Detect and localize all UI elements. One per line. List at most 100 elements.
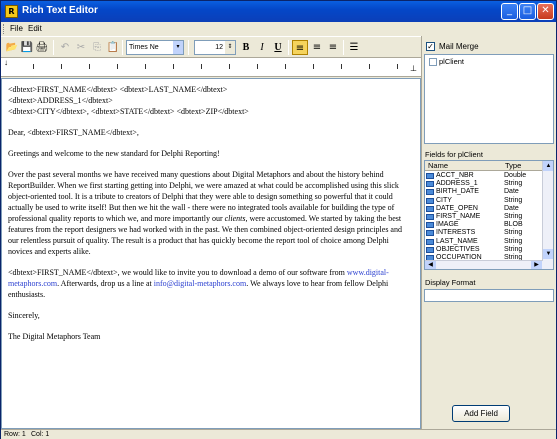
cut-icon[interactable]: ✂ — [74, 40, 88, 55]
open-icon[interactable]: 📂 — [5, 40, 19, 55]
align-left-button[interactable]: ≡ — [292, 40, 308, 55]
address-line-3: <dbtext>CITY</dbtext>, <dbtext>STATE</db… — [8, 107, 249, 116]
close-button[interactable]: ✕ — [537, 3, 554, 20]
underline-button[interactable]: U — [271, 40, 285, 55]
display-format-input[interactable] — [424, 289, 554, 302]
mail-merge-checkbox[interactable]: ✓ — [426, 42, 435, 51]
field-name: CITY — [436, 196, 452, 204]
ruler-tick — [313, 64, 314, 69]
field-row[interactable]: FIRST_NAME String — [425, 213, 543, 221]
field-type: String — [504, 213, 523, 220]
field-row[interactable]: ADDRESS_1 String — [425, 180, 543, 188]
font-size-value: 12 — [215, 44, 223, 51]
field-row[interactable]: ACCT_NBR Double — [425, 172, 543, 180]
ruler-tick — [201, 64, 202, 69]
paste-icon[interactable]: 📋 — [106, 40, 120, 55]
print-icon[interactable]: 🖨 — [35, 40, 49, 55]
italic-button[interactable]: I — [255, 40, 269, 55]
field-type: String — [504, 245, 523, 253]
app-icon: R — [5, 5, 18, 18]
ruler-tick — [257, 64, 258, 69]
field-type: String — [504, 237, 523, 245]
field-name: IMAGE — [436, 221, 459, 229]
rich-text-area[interactable]: <dbtext>FIRST_NAME</dbtext> <dbtext>LAST… — [1, 78, 421, 429]
invite-text: . Afterwards, drop us a line at — [57, 279, 152, 288]
field-row[interactable]: INTERESTS String — [425, 229, 543, 237]
field-icon — [426, 238, 434, 245]
chevron-down-icon[interactable]: ▾ — [173, 41, 183, 54]
fields-label: Fields for plClient — [425, 150, 483, 159]
window-title: Rich Text Editor — [22, 5, 98, 16]
scroll-right-icon[interactable]: ▶ — [531, 261, 542, 269]
toolbar-separator — [343, 40, 344, 55]
field-icon — [426, 181, 434, 188]
menu-edit[interactable]: Edit — [26, 24, 44, 33]
copy-icon[interactable]: ⎘ — [90, 40, 104, 55]
field-row[interactable]: BIRTH_DATE Date — [425, 188, 543, 196]
right-margin-marker[interactable]: ⊥ — [410, 64, 417, 73]
scroll-down-icon[interactable]: ▼ — [543, 249, 553, 259]
field-type: Date — [504, 188, 519, 196]
field-name: FIRST_NAME — [436, 213, 481, 220]
address-line-2: <dbtext>ADDRESS_1</dbtext> — [8, 96, 113, 105]
row-indicator: Row: 1 — [4, 431, 26, 438]
field-type: String — [504, 196, 523, 204]
tree-item-plclient[interactable]: plClient — [439, 57, 464, 66]
field-row[interactable]: DATE_OPEN Date — [425, 205, 543, 213]
column-header-type[interactable]: Type — [505, 161, 521, 170]
email-link[interactable]: info@digital-metaphors.com — [154, 279, 246, 288]
ruler-tick — [229, 64, 230, 69]
field-type: Double — [504, 172, 527, 179]
field-row[interactable]: LAST_NAME String — [425, 238, 543, 246]
undo-icon[interactable]: ↶ — [58, 40, 72, 55]
bold-button[interactable]: B — [239, 40, 253, 55]
ruler-tick — [285, 64, 286, 69]
font-name-select[interactable]: Times Ne ▾ — [126, 40, 184, 55]
scroll-left-icon[interactable]: ◀ — [425, 261, 436, 269]
field-icon — [426, 205, 434, 212]
field-name: ADDRESS_1 — [436, 180, 478, 188]
menu-bar: File Edit — [1, 22, 556, 36]
closing: Sincerely, — [8, 311, 40, 320]
minimize-button[interactable]: _ — [501, 3, 518, 20]
datapipeline-tree[interactable]: plClient — [424, 54, 554, 144]
fields-grid[interactable]: Name Type ACCT_NBR Double ADDRESS_1 String B… — [424, 160, 554, 270]
maximize-button[interactable]: □ — [519, 3, 536, 20]
add-field-button[interactable]: Add Field — [452, 405, 510, 422]
toolbar: 📂 💾 🖨 ↶ ✂ ⎘ 📋 Times Ne ▾ 12 ⇕ B I U ≡ ≡ … — [1, 36, 421, 58]
field-row[interactable]: IMAGE BLOB — [425, 221, 543, 229]
align-center-button[interactable]: ≡ — [310, 40, 324, 55]
mail-merge-panel: ✓ Mail Merge plClient Fields for plClien… — [421, 36, 556, 429]
ruler-tick — [173, 64, 174, 69]
field-name: INTERESTS — [436, 229, 476, 237]
ruler-tick — [117, 64, 118, 69]
toolbar-separator — [288, 40, 289, 55]
font-size-spinner[interactable]: 12 ⇕ — [194, 40, 236, 55]
indent-marker[interactable]: ↓ — [4, 58, 8, 67]
spin-icon[interactable]: ⇕ — [225, 41, 235, 54]
invite-text: <dbtext>FIRST_NAME</dbtext>, we would li… — [8, 268, 345, 277]
field-row[interactable]: CITY String — [425, 197, 543, 205]
ruler-tick — [89, 64, 90, 69]
column-header-name[interactable]: Name — [428, 161, 448, 170]
field-icon — [426, 222, 434, 229]
field-name: OBJECTIVES — [436, 245, 480, 253]
field-row[interactable]: OBJECTIVES String — [425, 246, 543, 254]
mail-merge-label: Mail Merge — [439, 42, 479, 51]
vertical-scrollbar[interactable]: ▲ ▼ — [542, 161, 553, 269]
field-name: BIRTH_DATE — [436, 188, 479, 196]
scroll-up-icon[interactable]: ▲ — [543, 161, 553, 171]
bullets-button[interactable]: ☰ — [347, 40, 361, 55]
ruler[interactable]: ↓ ⊥ — [1, 58, 421, 77]
menu-file[interactable]: File — [8, 24, 25, 33]
field-name: ACCT_NBR — [436, 172, 474, 179]
toolbar-separator — [188, 40, 189, 55]
field-name: LAST_NAME — [436, 237, 478, 245]
horizontal-scrollbar[interactable]: ◀ ▶ — [425, 260, 543, 269]
save-icon[interactable]: 💾 — [20, 40, 34, 55]
field-type: String — [504, 229, 523, 237]
title-bar[interactable]: R Rich Text Editor _ □ ✕ — [1, 1, 556, 22]
field-type: String — [504, 180, 523, 188]
ruler-tick — [33, 64, 34, 69]
align-right-button[interactable]: ≡ — [326, 40, 340, 55]
